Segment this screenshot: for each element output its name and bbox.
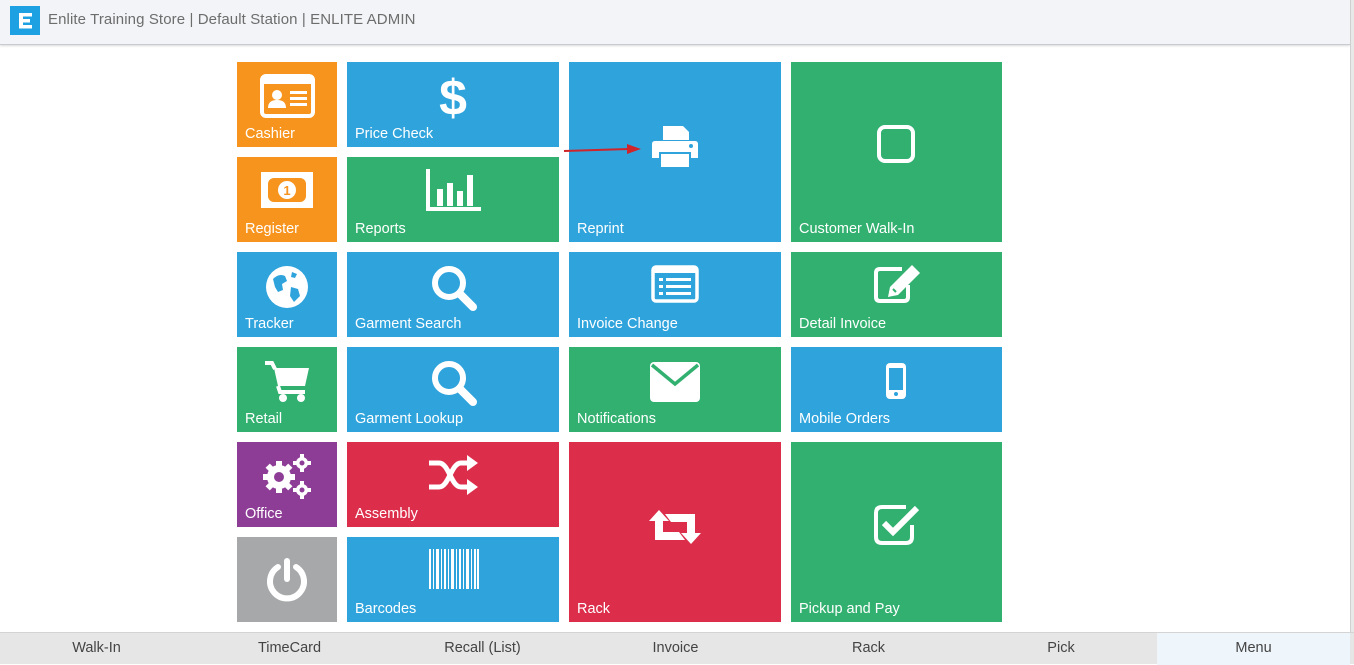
id-card-icon <box>260 74 315 118</box>
dollar-icon: $ <box>439 71 467 121</box>
tile-label: Tracker <box>245 316 294 332</box>
tile-cashier[interactable]: Cashier <box>237 62 337 147</box>
tile-label: Price Check <box>355 126 434 142</box>
tile-assembly[interactable]: Assembly <box>347 442 559 527</box>
tile-label: Invoice Change <box>577 316 678 332</box>
tile-notifications[interactable]: Notifications <box>569 347 781 432</box>
tile-register[interactable]: 1 Register <box>237 157 337 242</box>
check-square-icon <box>874 505 920 545</box>
tile-reports[interactable]: Reports <box>347 157 559 242</box>
svg-text:1: 1 <box>283 183 290 198</box>
tile-label: Customer Walk-In <box>799 221 915 237</box>
tile-label: Notifications <box>577 411 656 427</box>
retweet-icon <box>649 510 701 544</box>
tile-label: Office <box>245 506 283 522</box>
edit-icon <box>874 265 920 303</box>
tile-pickup-and-pay[interactable]: Pickup and Pay <box>791 442 1002 622</box>
nav-invoice-button[interactable]: Invoice <box>579 633 772 665</box>
mobile-phone-icon <box>886 363 906 399</box>
tile-label: Detail Invoice <box>799 316 887 332</box>
nav-recall-list-button[interactable]: Recall (List) <box>386 633 579 665</box>
shopping-cart-icon <box>265 361 309 402</box>
empty-square-icon <box>877 125 915 163</box>
tile-invoice-change[interactable]: Invoice Change <box>569 252 781 337</box>
tile-label: Garment Search <box>355 316 462 332</box>
tile-power[interactable] <box>237 537 337 622</box>
barcode-icon <box>429 549 479 589</box>
tile-customer-walk-in[interactable]: Customer Walk-In <box>791 62 1002 242</box>
tile-label: Cashier <box>245 126 295 142</box>
tile-tracker[interactable]: Tracker <box>237 252 337 337</box>
tile-label: Reprint <box>577 221 624 237</box>
nav-timecard-button[interactable]: TimeCard <box>193 633 386 665</box>
bottom-nav-bar: Walk-In TimeCard Recall (List) Invoice R… <box>0 632 1354 665</box>
money-bill-icon: 1 <box>261 172 313 208</box>
tile-label: Garment Lookup <box>355 411 464 427</box>
tile-barcodes[interactable]: Barcodes <box>347 537 559 622</box>
power-icon <box>267 558 307 602</box>
right-scroll-edge <box>1350 0 1354 632</box>
envelope-icon <box>650 362 700 402</box>
tile-label: Mobile Orders <box>799 411 891 427</box>
bar-chart-icon <box>426 169 481 211</box>
globe-icon <box>266 266 308 308</box>
tile-label: Assembly <box>355 506 418 522</box>
tile-garment-search[interactable]: Garment Search <box>347 252 559 337</box>
nav-pick-button[interactable]: Pick <box>965 633 1157 665</box>
nav-rack-button[interactable]: Rack <box>772 633 965 665</box>
tile-office[interactable]: Office <box>237 442 337 527</box>
svg-text:$: $ <box>439 71 467 121</box>
tile-garment-lookup[interactable]: Garment Lookup <box>347 347 559 432</box>
tile-label: Barcodes <box>355 601 417 617</box>
enlite-logo-icon <box>10 6 40 35</box>
search-icon <box>432 266 477 311</box>
list-card-icon <box>651 265 699 303</box>
tile-mobile-orders[interactable]: Mobile Orders <box>791 347 1002 432</box>
printer-icon <box>652 126 698 167</box>
tile-label: Register <box>245 221 299 237</box>
app-header: Enlite Training Store | Default Station … <box>0 0 1350 45</box>
tile-detail-invoice[interactable]: Detail Invoice <box>791 252 1002 337</box>
tile-retail[interactable]: Retail <box>237 347 337 432</box>
tile-label: Pickup and Pay <box>799 601 900 617</box>
tile-label: Rack <box>577 601 611 617</box>
tile-label: Reports <box>355 221 406 237</box>
gears-icon <box>263 454 311 499</box>
search-icon <box>432 361 477 406</box>
tile-rack[interactable]: Rack <box>569 442 781 622</box>
annotation-arrow <box>563 144 641 154</box>
nav-walk-in-button[interactable]: Walk-In <box>0 633 193 665</box>
nav-menu-button[interactable]: Menu <box>1157 633 1350 665</box>
app-title: Enlite Training Store | Default Station … <box>48 11 416 28</box>
tile-price-check[interactable]: $ Price Check <box>347 62 559 147</box>
tile-label: Retail <box>245 411 283 427</box>
shuffle-icon <box>429 455 478 495</box>
